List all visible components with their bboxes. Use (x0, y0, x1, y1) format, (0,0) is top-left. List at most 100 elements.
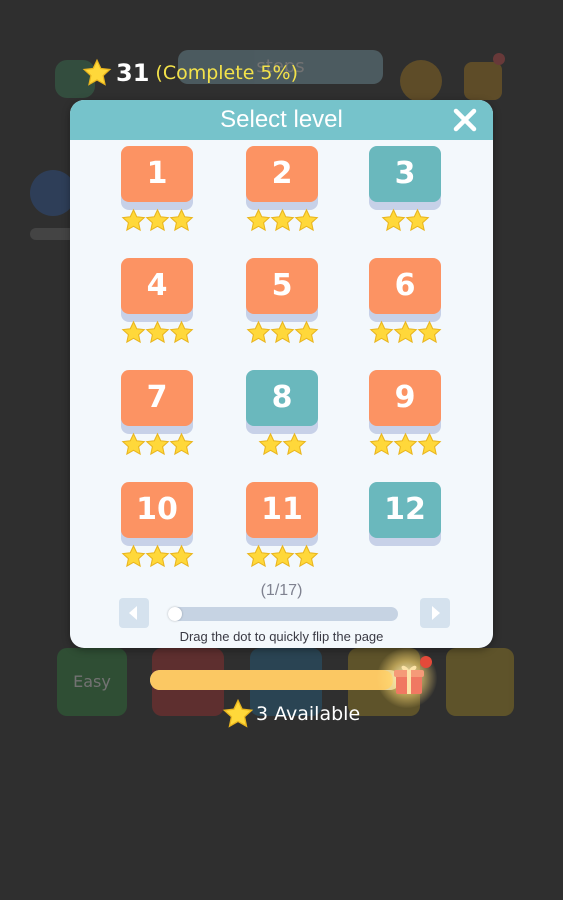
star-icon (246, 208, 271, 233)
level-stars (367, 432, 443, 456)
notification-dot (420, 656, 432, 668)
level-number: 1 (146, 156, 168, 191)
level-button[interactable]: 5 (244, 258, 320, 348)
level-tile: 8 (246, 370, 318, 426)
star-icon (145, 432, 170, 457)
star-icon (270, 208, 295, 233)
reward-progress-bar (150, 670, 400, 690)
star-icon (270, 544, 295, 569)
level-stars (119, 432, 195, 456)
level-tile: 4 (121, 258, 193, 314)
level-tile: 6 (369, 258, 441, 314)
star-icon (169, 432, 194, 457)
level-number: 4 (146, 268, 168, 303)
level-tile: 11 (246, 482, 318, 538)
level-stars (119, 544, 195, 568)
level-tile: 1 (121, 146, 193, 202)
star-icon (270, 320, 295, 345)
star-icon (121, 320, 146, 345)
level-number: 6 (394, 268, 416, 303)
drag-hint: Drag the dot to quickly flip the page (179, 629, 384, 644)
star-icon (246, 544, 271, 569)
star-icon (222, 698, 254, 728)
star-icon (169, 208, 194, 233)
available-text: 3 Available (256, 703, 361, 725)
available-counter: 3 Available (222, 698, 360, 730)
star-icon (369, 432, 394, 457)
star-counter: 31 (Complete 5%) (82, 58, 298, 88)
star-icon (121, 544, 146, 569)
star-icon (169, 320, 194, 345)
level-number: 9 (394, 380, 416, 415)
star-icon (381, 208, 406, 233)
completion-text: (Complete 5%) (155, 62, 298, 84)
level-stars (244, 544, 320, 568)
level-button[interactable]: 3 (367, 146, 443, 236)
level-tile: 2 (246, 146, 318, 202)
star-icon (417, 320, 442, 345)
star-icon (405, 208, 430, 233)
level-button[interactable]: 10 (119, 482, 195, 572)
level-stars (119, 320, 195, 344)
star-icon (393, 320, 418, 345)
select-level-dialog: Select level 1 2 3 4 5 6 7 8 9 10 11 12 (1/17) Drag… (70, 100, 493, 648)
star-icon (294, 544, 319, 569)
star-icon (169, 544, 194, 569)
level-stars (367, 320, 443, 344)
level-stars (244, 320, 320, 344)
level-tile: 7 (121, 370, 193, 426)
level-button[interactable]: 9 (367, 370, 443, 460)
level-button[interactable]: 11 (244, 482, 320, 572)
star-icon (294, 208, 319, 233)
star-icon (369, 320, 394, 345)
star-icon (145, 208, 170, 233)
level-grid: 1 2 3 4 5 6 7 8 9 10 11 12 (70, 100, 493, 648)
level-button[interactable]: 12 (367, 482, 443, 572)
medal-icon (400, 60, 442, 102)
level-stars (244, 208, 320, 232)
easy-label: Easy (73, 672, 111, 691)
level-stars (244, 432, 320, 456)
level-number: 12 (384, 492, 426, 527)
level-button[interactable]: 7 (119, 370, 195, 460)
level-number: 5 (271, 268, 293, 303)
star-icon (282, 432, 307, 457)
level-number: 2 (271, 156, 293, 191)
level-button[interactable]: 4 (119, 258, 195, 348)
level-tile: 5 (246, 258, 318, 314)
level-button[interactable]: 6 (367, 258, 443, 348)
level-button[interactable]: 8 (244, 370, 320, 460)
level-number: 3 (394, 156, 416, 191)
level-tile: 9 (369, 370, 441, 426)
star-icon (294, 320, 319, 345)
star-icon (82, 58, 112, 86)
star-icon (145, 320, 170, 345)
star-icon (258, 432, 283, 457)
level-stars (367, 208, 443, 232)
level-button[interactable]: 2 (244, 146, 320, 236)
next-page-button[interactable] (420, 598, 450, 628)
slider-dot[interactable] (168, 607, 182, 621)
level-tile: 10 (121, 482, 193, 538)
notification-dot (493, 53, 505, 65)
level-tile: 3 (369, 146, 441, 202)
chevron-left-icon (129, 606, 137, 620)
level-stars (119, 208, 195, 232)
star-count: 31 (116, 59, 150, 87)
easy-button: Easy (57, 648, 127, 716)
level-button[interactable]: 1 (119, 146, 195, 236)
task-icon (464, 62, 502, 100)
star-icon (417, 432, 442, 457)
level-number: 10 (136, 492, 178, 527)
chevron-right-icon (432, 606, 440, 620)
gift-icon[interactable] (392, 662, 426, 696)
star-icon (393, 432, 418, 457)
level-number: 8 (271, 380, 293, 415)
level-number: 7 (146, 380, 168, 415)
page-slider[interactable] (168, 607, 398, 621)
star-icon (121, 432, 146, 457)
star-icon (121, 208, 146, 233)
undo-button (446, 648, 514, 716)
progress-fill (150, 670, 393, 690)
prev-page-button[interactable] (119, 598, 149, 628)
